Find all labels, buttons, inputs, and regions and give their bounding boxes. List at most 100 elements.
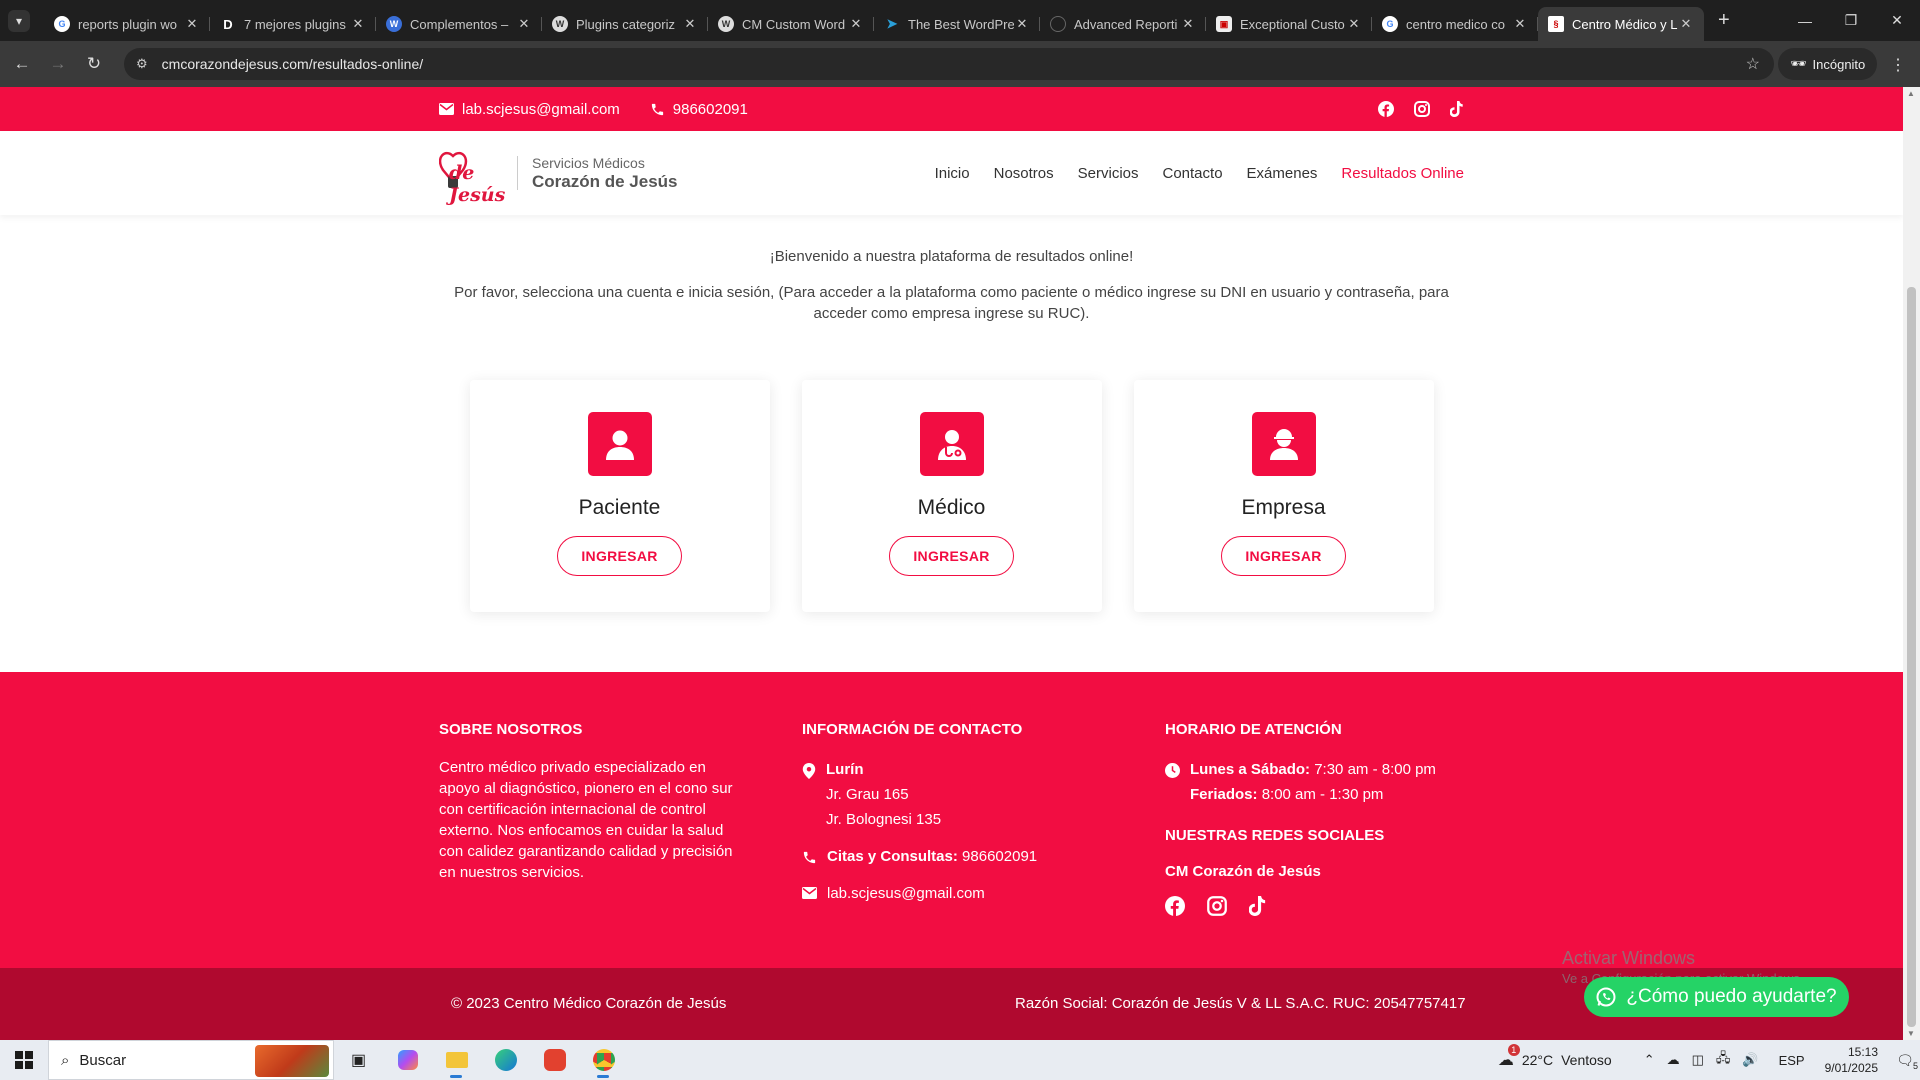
nav-nosotros[interactable]: Nosotros	[994, 165, 1054, 182]
social-name: CM Corazón de Jesús	[1165, 863, 1321, 880]
tiktok-icon[interactable]	[1450, 101, 1464, 117]
wps-office-icon[interactable]	[530, 1040, 579, 1080]
tab-2[interactable]: D 7 mejores plugins ✕	[210, 7, 376, 41]
topbar-email[interactable]: lab.scjesus@gmail.com	[439, 101, 620, 118]
site-logo[interactable]: de Jesús Servicios Médicos Corazón de Je…	[438, 148, 678, 206]
close-icon[interactable]: ✕	[516, 16, 532, 32]
hours1-value: 7:30 am - 8:00 pm	[1314, 761, 1436, 778]
tab-1[interactable]: G reports plugin wo ✕	[44, 7, 210, 41]
file-explorer-icon[interactable]	[432, 1040, 481, 1080]
footer-contact: INFORMACIÓN DE CONTACTO Lurín Jr. Grau 1…	[802, 721, 1037, 918]
new-tab-button[interactable]: +	[1718, 9, 1730, 32]
facebook-icon[interactable]	[1378, 101, 1394, 117]
clock[interactable]: 15:13 9/01/2025	[1825, 1044, 1878, 1076]
tab-7[interactable]: Advanced Reporti ✕	[1040, 7, 1206, 41]
close-icon[interactable]: ✕	[682, 16, 698, 32]
about-text: Centro médico privado especializado en a…	[439, 759, 733, 881]
address-bar[interactable]: ⚙ cmcorazondejesus.com/resultados-online…	[124, 48, 1774, 80]
restore-icon[interactable]: ❐	[1828, 0, 1874, 41]
tab-title: centro medico co	[1406, 16, 1505, 32]
search-highlight-image	[255, 1045, 329, 1077]
weather-widget[interactable]: ☁ 1 22°C Ventoso	[1498, 1044, 1612, 1070]
close-icon[interactable]: ✕	[1014, 16, 1030, 32]
minimize-icon[interactable]: —	[1782, 0, 1828, 41]
volume-icon[interactable]: 🔊	[1742, 1052, 1758, 1068]
hours-block: Lunes a Sábado: 7:30 am - 8:00 pm Feriad…	[1165, 757, 1436, 807]
clock-time: 15:13	[1847, 1045, 1878, 1059]
meet-icon[interactable]: ◫	[1692, 1052, 1704, 1068]
reload-icon[interactable]: ↻	[76, 54, 112, 74]
tab-search-button[interactable]: ▾	[8, 9, 30, 32]
ingresar-empresa-button[interactable]: INGRESAR	[1221, 536, 1346, 576]
copilot-icon[interactable]	[383, 1040, 432, 1080]
footer-phone[interactable]: Citas y Consultas: 986602091	[802, 844, 1037, 869]
cloud-sync-icon[interactable]: ☁	[1667, 1052, 1680, 1068]
wordpress-icon: W	[552, 16, 568, 32]
instagram-icon[interactable]	[1414, 101, 1430, 117]
whatsapp-chat-button[interactable]: ¿Cómo puedo ayudarte?	[1584, 977, 1849, 1017]
welcome-text: ¡Bienvenido a nuestra plataforma de resu…	[769, 248, 1134, 265]
footer-socials	[1165, 896, 1436, 916]
footer-email[interactable]: lab.scjesus@gmail.com	[802, 881, 1037, 906]
topbar-phone[interactable]: 986602091	[650, 101, 748, 118]
address-line2: Jr. Bolognesi 135	[826, 811, 942, 828]
tab-5[interactable]: W CM Custom Word ✕	[708, 7, 874, 41]
close-icon[interactable]: ✕	[350, 16, 366, 32]
close-window-icon[interactable]: ✕	[1874, 0, 1920, 41]
scroll-thumb[interactable]	[1907, 287, 1916, 1027]
tab-8[interactable]: ▣ Exceptional Custo ✕	[1206, 7, 1372, 41]
instagram-icon[interactable]	[1207, 896, 1227, 916]
notification-icon[interactable]: 🗨 5	[1890, 1052, 1920, 1071]
task-view-icon[interactable]: ▣	[334, 1040, 383, 1080]
scroll-up-icon[interactable]: ▲	[1907, 89, 1915, 98]
about-heading: SOBRE NOSOTROS	[439, 721, 583, 738]
nav-examenes[interactable]: Exámenes	[1247, 165, 1318, 182]
tab-10-active[interactable]: § Centro Médico y L ✕	[1538, 7, 1704, 41]
footer-hours: HORARIO DE ATENCIÓN Lunes a Sábado: 7:30…	[1165, 721, 1436, 916]
arrow-icon: ➤	[886, 16, 898, 31]
ingresar-paciente-button[interactable]: INGRESAR	[557, 536, 682, 576]
close-icon[interactable]: ✕	[1678, 16, 1694, 32]
network-icon[interactable]: 🖧	[1716, 1049, 1731, 1071]
contact-heading: INFORMACIÓN DE CONTACTO	[802, 721, 1023, 738]
tab-title: Exceptional Custo	[1240, 16, 1345, 32]
tab-4[interactable]: W Plugins categoriz ✕	[542, 7, 708, 41]
chrome-icon[interactable]	[579, 1040, 628, 1080]
tab-9[interactable]: G centro medico co ✕	[1372, 7, 1538, 41]
logo-line1: Servicios Médicos	[532, 154, 645, 171]
phone-icon	[651, 103, 663, 115]
tiktok-icon[interactable]	[1249, 896, 1267, 916]
instructions-text: Por favor, selecciona una cuenta e inici…	[454, 284, 1449, 322]
close-icon[interactable]: ✕	[1512, 16, 1528, 32]
windows-start-icon[interactable]	[0, 1040, 48, 1080]
tab-3[interactable]: W Complementos – ✕	[376, 7, 542, 41]
nav-resultados-online[interactable]: Resultados Online	[1341, 165, 1464, 182]
close-icon[interactable]: ✕	[848, 16, 864, 32]
forward-icon[interactable]: →	[40, 54, 76, 74]
site-info-icon[interactable]: ⚙	[136, 56, 148, 72]
facebook-icon[interactable]	[1165, 896, 1185, 916]
taskbar-search[interactable]: ⌕ Buscar	[48, 1040, 334, 1080]
intro-section: ¡Bienvenido a nuestra plataforma de resu…	[0, 246, 1903, 324]
nav-servicios[interactable]: Servicios	[1078, 165, 1139, 182]
close-icon[interactable]: ✕	[184, 16, 200, 32]
nav-contacto[interactable]: Contacto	[1163, 165, 1223, 182]
weather-icon: ☁ 1	[1498, 1044, 1520, 1070]
tab-title: CM Custom Word	[742, 16, 846, 32]
page-scrollbar[interactable]: ▲ ▼	[1903, 87, 1920, 1040]
back-icon[interactable]: ←	[4, 54, 40, 74]
bookmark-star-icon[interactable]: ☆	[1746, 54, 1760, 74]
nav-inicio[interactable]: Inicio	[935, 165, 970, 182]
tab-6[interactable]: ➤ The Best WordPre ✕	[874, 7, 1040, 41]
chevron-up-icon[interactable]: ⌃	[1644, 1052, 1655, 1068]
heart-logo-mark: de Jesús	[438, 148, 511, 206]
language-indicator[interactable]: ESP	[1779, 1053, 1805, 1068]
browser-menu-icon[interactable]: ⋮	[1890, 55, 1906, 75]
incognito-indicator[interactable]: 🕶 Incógnito	[1778, 48, 1878, 80]
edge-icon[interactable]	[481, 1040, 530, 1080]
close-icon[interactable]: ✕	[1180, 16, 1196, 32]
close-icon[interactable]: ✕	[1346, 16, 1362, 32]
scroll-down-icon[interactable]: ▼	[1907, 1029, 1915, 1038]
ingresar-medico-button[interactable]: INGRESAR	[889, 536, 1014, 576]
site-icon: §	[1548, 16, 1564, 32]
